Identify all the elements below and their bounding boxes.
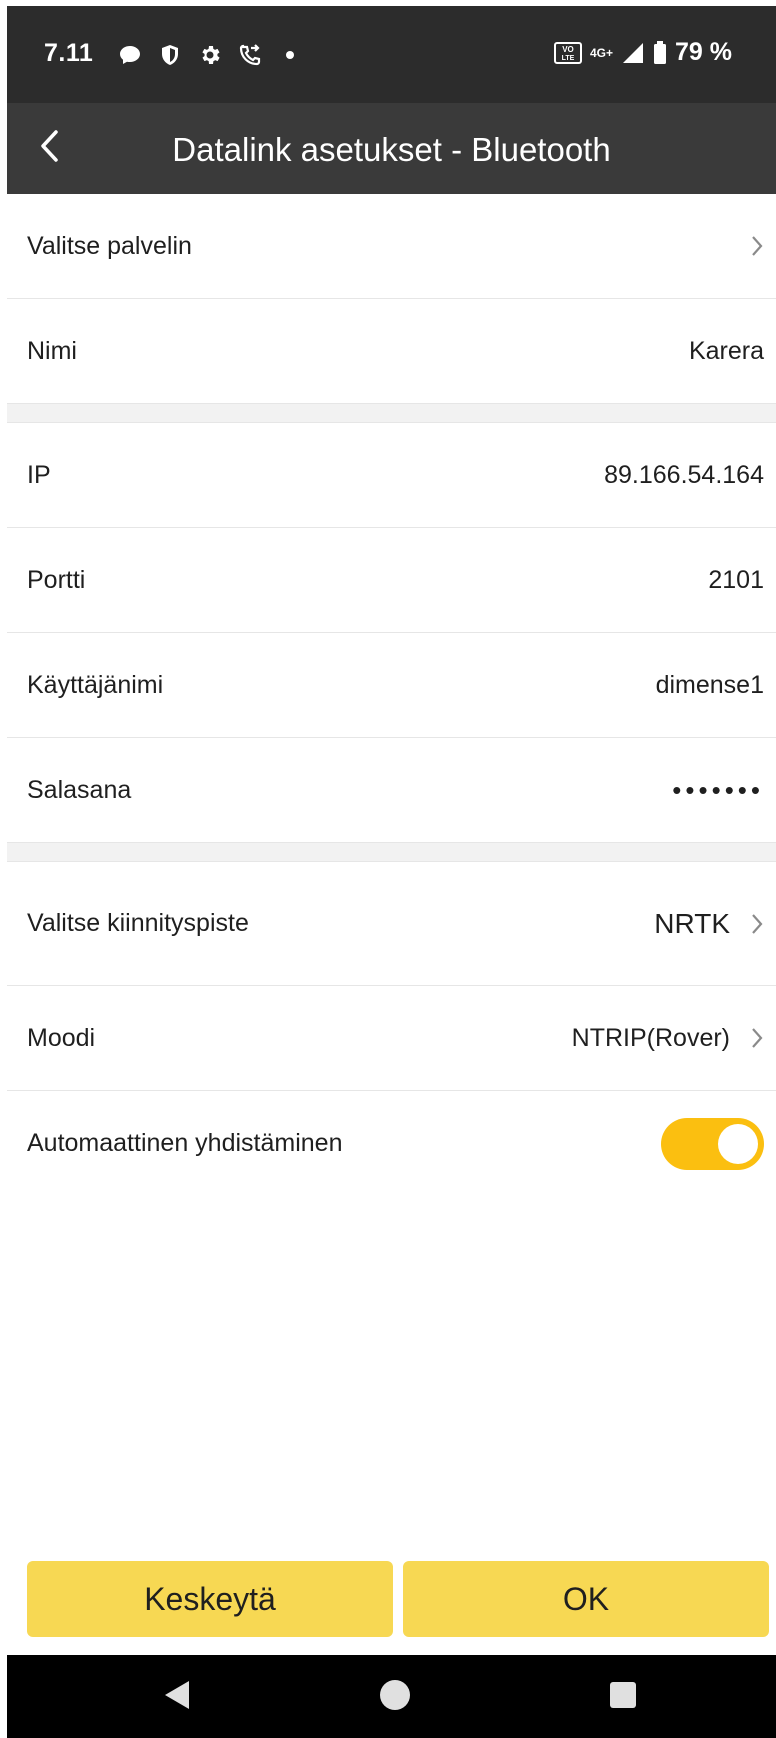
app-header: Datalink asetukset - Bluetooth xyxy=(7,103,776,194)
ok-button[interactable]: OK xyxy=(403,1561,769,1637)
autoconnect-toggle[interactable] xyxy=(661,1117,764,1170)
status-bar: 7.11 VO LTE 4G+ 79 % xyxy=(7,6,776,103)
section-divider xyxy=(7,404,776,423)
square-recents-icon xyxy=(608,1680,638,1715)
autoconnect-label: Automaattinen yhdistäminen xyxy=(27,1129,343,1157)
ip-value[interactable]: 89.166.54.164 xyxy=(604,461,764,490)
chevron-right-icon xyxy=(738,234,764,258)
port-row[interactable]: Portti 2101 xyxy=(7,528,776,633)
nav-back-button[interactable] xyxy=(157,1677,197,1717)
nav-recents-button[interactable] xyxy=(603,1677,643,1717)
username-row[interactable]: Käyttäjänimi dimense1 xyxy=(7,633,776,738)
status-time: 7.11 xyxy=(44,39,94,67)
dot-icon xyxy=(277,42,303,68)
select-server-row[interactable]: Valitse palvelin xyxy=(7,194,776,299)
password-value[interactable]: ••••••• xyxy=(672,775,764,806)
mountpoint-row[interactable]: Valitse kiinnityspiste NRTK xyxy=(7,862,776,986)
ip-row[interactable]: IP 89.166.54.164 xyxy=(7,423,776,528)
svg-text:LTE: LTE xyxy=(562,55,575,62)
action-buttons: Keskeytä OK xyxy=(27,1561,769,1637)
settings-list: Valitse palvelin Nimi Karera IP 89.166.5… xyxy=(7,194,776,1196)
chevron-right-icon xyxy=(738,1026,764,1050)
circle-home-icon xyxy=(378,1678,412,1717)
notification-icons xyxy=(117,42,303,68)
page-title: Datalink asetukset - Bluetooth xyxy=(172,131,611,168)
battery-percent: 79 % xyxy=(675,38,732,66)
select-server-label: Valitse palvelin xyxy=(27,231,192,260)
svg-text:VO: VO xyxy=(562,45,574,54)
password-row[interactable]: Salasana ••••••• xyxy=(7,738,776,843)
app-frame: 7.11 VO LTE 4G+ 79 % Datalink asetukset … xyxy=(7,6,776,1738)
chevron-right-icon xyxy=(738,912,764,936)
name-value[interactable]: Karera xyxy=(689,337,764,366)
call-forward-icon xyxy=(237,42,263,68)
autoconnect-row: Automaattinen yhdistäminen xyxy=(7,1091,776,1196)
username-label: Käyttäjänimi xyxy=(27,670,164,699)
port-value[interactable]: 2101 xyxy=(708,566,764,595)
system-icons: VO LTE 4G+ 79 % xyxy=(554,38,732,67)
system-nav-bar xyxy=(7,1655,776,1738)
volte-icon: VO LTE xyxy=(554,41,582,64)
ip-label: IP xyxy=(27,460,51,489)
nav-home-button[interactable] xyxy=(375,1677,415,1717)
signal-icon xyxy=(621,41,645,65)
name-label: Nimi xyxy=(27,336,77,365)
shield-icon xyxy=(157,42,183,68)
section-divider xyxy=(7,843,776,862)
mode-label: Moodi xyxy=(27,1023,96,1052)
triangle-back-icon xyxy=(162,1679,192,1716)
cancel-button[interactable]: Keskeytä xyxy=(27,1561,393,1637)
username-value[interactable]: dimense1 xyxy=(656,671,764,700)
port-label: Portti xyxy=(27,565,86,594)
mountpoint-value: NRTK xyxy=(654,907,730,939)
chat-icon xyxy=(117,42,143,68)
battery-icon xyxy=(653,40,667,65)
mountpoint-label: Valitse kiinnityspiste xyxy=(27,909,249,937)
password-label: Salasana xyxy=(27,775,132,804)
mode-value: NTRIP(Rover) xyxy=(571,1023,730,1052)
network-4g-icon: 4G+ xyxy=(590,45,614,60)
name-row[interactable]: Nimi Karera xyxy=(7,299,776,404)
toggle-knob xyxy=(718,1123,758,1164)
mode-row[interactable]: Moodi NTRIP(Rover) xyxy=(7,986,776,1091)
gear-icon xyxy=(197,42,223,68)
